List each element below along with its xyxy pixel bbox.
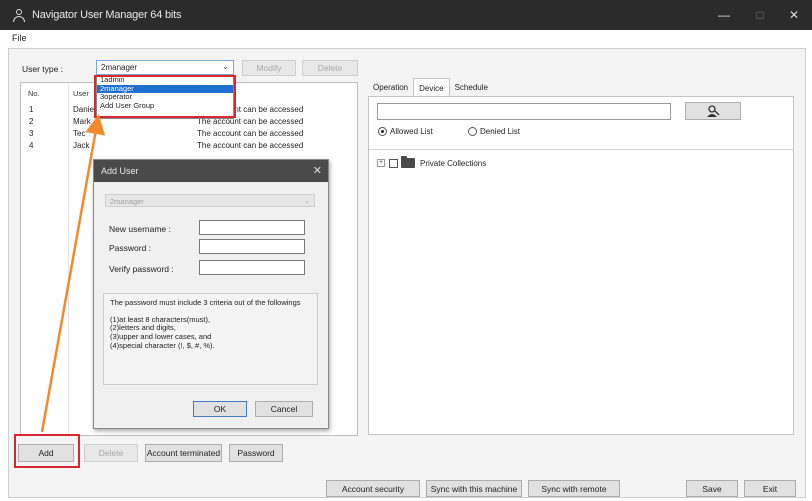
user-type-label: User type : [22, 64, 64, 74]
allowed-list-radio[interactable]: Allowed List [378, 127, 433, 136]
highlight-box-add [14, 434, 80, 468]
chevron-down-icon: ⌄ [222, 62, 229, 71]
tab-operation[interactable]: Operation [368, 78, 413, 96]
account-security-button[interactable]: Account security [326, 480, 420, 497]
password-rules-box: The password must include 3 criteria out… [103, 293, 318, 385]
dialog-group-value: 2manager [110, 197, 144, 206]
folder-icon [401, 156, 415, 168]
sync-this-machine-button[interactable]: Sync with this machine [426, 480, 522, 497]
minimize-button[interactable]: — [706, 0, 742, 30]
tree-item-private-collections[interactable]: + Private Collections [377, 156, 487, 168]
add-user-dialog: Add User ✕ 2manager ⌄ New username : Pas… [93, 159, 329, 429]
tab-device[interactable]: Device [413, 78, 450, 96]
row-name: Tec [73, 129, 86, 138]
tree-item-label: Private Collections [420, 158, 487, 168]
tab-bar: Operation Device Schedule [368, 78, 493, 96]
row-name: Mark [73, 117, 91, 126]
tab-schedule[interactable]: Schedule [450, 78, 493, 96]
account-terminated-button[interactable]: Account terminated [145, 444, 222, 462]
user-type-value: 2manager [101, 63, 138, 72]
dialog-group-select[interactable]: 2manager ⌄ [105, 194, 315, 207]
row-no: 3 [29, 129, 34, 138]
window-title: Navigator User Manager 64 bits [32, 9, 182, 21]
delete-user-button[interactable]: Delete [84, 444, 138, 462]
close-icon[interactable]: ✕ [313, 164, 322, 177]
radio-on-icon [378, 127, 387, 136]
new-username-label: New username : [109, 224, 171, 234]
expand-icon[interactable]: + [377, 159, 385, 167]
user-icon [12, 8, 26, 22]
table-row[interactable]: 4 Jack The account can be accessed [21, 141, 357, 153]
sync-remote-button[interactable]: Sync with remote [528, 480, 620, 497]
table-row[interactable]: 3 Tec The account can be accessed [21, 129, 357, 141]
denied-list-label: Denied List [480, 127, 521, 136]
tree-checkbox[interactable] [389, 158, 398, 168]
maximize-button[interactable]: □ [742, 0, 778, 30]
modify-button[interactable]: Modify [242, 60, 296, 76]
user-search-icon [707, 104, 720, 117]
row-no: 4 [29, 141, 34, 150]
menu-bar: File [0, 30, 812, 46]
password-input[interactable] [199, 239, 305, 254]
device-tree[interactable]: + Private Collections [369, 149, 793, 434]
search-button[interactable] [685, 102, 741, 120]
save-button[interactable]: Save [686, 480, 738, 497]
radio-off-icon [468, 127, 477, 136]
chevron-down-icon: ⌄ [303, 196, 310, 205]
row-no: 1 [29, 105, 34, 114]
password-rule: (4)special character (!, $, #, %). [110, 340, 215, 350]
device-search-input[interactable] [377, 103, 671, 120]
password-label: Password : [109, 243, 152, 253]
password-rules-intro: The password must include 3 criteria out… [110, 298, 301, 307]
denied-list-radio[interactable]: Denied List [468, 127, 520, 136]
column-header-no: No. [28, 89, 40, 98]
row-no: 2 [29, 117, 34, 126]
verify-password-label: Verify password : [109, 264, 174, 274]
device-tab-content: Allowed List Denied List + Private Colle… [368, 96, 794, 435]
menu-file[interactable]: File [12, 33, 27, 43]
exit-button[interactable]: Exit [744, 480, 796, 497]
new-username-input[interactable] [199, 220, 305, 235]
user-type-select[interactable]: 2manager ⌄ [96, 60, 234, 75]
verify-password-input[interactable] [199, 260, 305, 275]
allowed-list-label: Allowed List [390, 127, 433, 136]
row-status: The account can be accessed [197, 141, 304, 150]
right-panel: Operation Device Schedule Allowed List D… [368, 78, 794, 435]
title-bar: Navigator User Manager 64 bits — □ ✕ [0, 0, 812, 30]
password-button[interactable]: Password [229, 444, 283, 462]
cancel-button[interactable]: Cancel [255, 401, 313, 417]
ok-button[interactable]: OK [193, 401, 247, 417]
column-header-user: User [73, 89, 89, 98]
dialog-title: Add User [94, 160, 328, 182]
row-name: Daniel [73, 105, 96, 114]
row-name: Jack [73, 141, 90, 150]
delete-group-button[interactable]: Delete [302, 60, 358, 76]
highlight-box-dropdown [94, 75, 236, 118]
row-status: The account can be accessed [197, 129, 304, 138]
close-button[interactable]: ✕ [776, 0, 812, 30]
